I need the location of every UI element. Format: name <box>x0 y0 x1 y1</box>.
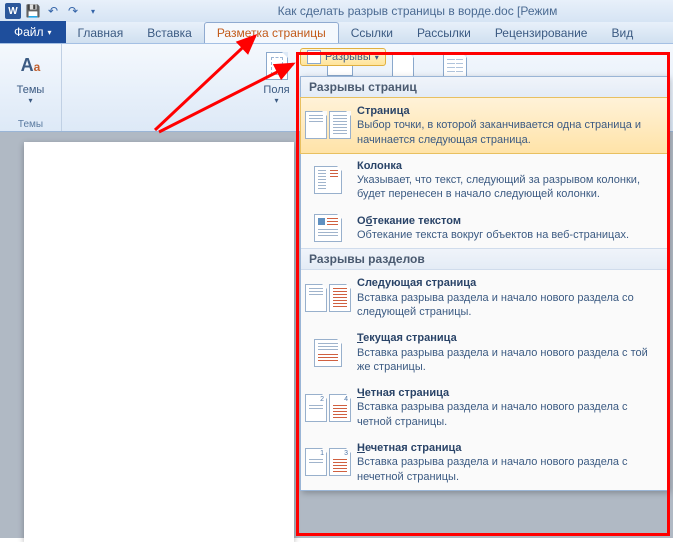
menu-item-column[interactable]: Колонка Указывает, что текст, следующий … <box>301 153 667 208</box>
menu-item-desc: Указывает, что текст, следующий за разры… <box>357 173 659 202</box>
breaks-button[interactable]: Разрывы ▾ <box>300 48 386 66</box>
redo-icon[interactable]: ↷ <box>64 2 82 20</box>
themes-icon: Aa <box>15 50 47 82</box>
ribbon-tabs: Файл▾ Главная Вставка Разметка страницы … <box>0 22 673 44</box>
textwrap-break-icon <box>309 214 347 243</box>
quick-access-toolbar: W 💾 ↶ ↷ ▾ <box>0 2 102 20</box>
save-icon[interactable]: 💾 <box>24 2 42 20</box>
menu-item-title: Обтекание текстом <box>357 214 659 228</box>
tab-insert[interactable]: Вставка <box>135 23 204 43</box>
group-themes: Aa Темы ▾ Темы <box>0 44 62 131</box>
chevron-down-icon: ▾ <box>28 97 32 106</box>
menu-section-section-breaks: Разрывы разделов <box>301 248 667 270</box>
menu-item-title: Страница <box>357 104 659 118</box>
menu-item-title: Текущая страница <box>357 331 659 345</box>
page-thumbnail <box>24 142 294 542</box>
oddpage-break-icon: 1 3 <box>309 441 347 484</box>
column-break-icon <box>309 159 347 202</box>
menu-item-desc: Вставка разрыва раздела и начало нового … <box>357 400 659 429</box>
tab-mailings[interactable]: Рассылки <box>405 23 483 43</box>
menu-item-oddpage[interactable]: 1 3 Нечетная страница Вставка разрыва ра… <box>301 435 667 490</box>
undo-icon[interactable]: ↶ <box>44 2 62 20</box>
menu-section-page-breaks: Разрывы страниц <box>301 77 667 98</box>
menu-item-desc: Вставка разрыва раздела и начало нового … <box>357 291 659 320</box>
breaks-icon <box>307 50 321 64</box>
menu-item-desc: Вставка разрыва раздела и начало нового … <box>357 346 659 375</box>
word-app-icon: W <box>4 2 22 20</box>
tab-file[interactable]: Файл▾ <box>0 21 66 43</box>
tab-page-layout[interactable]: Разметка страницы <box>204 22 339 43</box>
titlebar: W 💾 ↶ ↷ ▾ Как сделать разрыв страницы в … <box>0 0 673 22</box>
menu-item-evenpage[interactable]: 2 4 Четная страница Вставка разрыва разд… <box>301 380 667 435</box>
tab-references[interactable]: Ссылки <box>339 23 405 43</box>
continuous-break-icon <box>309 331 347 374</box>
menu-item-desc: Выбор точки, в которой заканчивается одн… <box>357 118 659 147</box>
window-title: Как сделать разрыв страницы в ворде.doc … <box>102 4 673 18</box>
chevron-down-icon: ▾ <box>375 53 379 62</box>
margins-button[interactable]: Поля ▾ <box>256 50 298 106</box>
page-break-icon: ▸ <box>309 104 347 147</box>
qat-dropdown-icon[interactable]: ▾ <box>84 2 102 20</box>
tab-home[interactable]: Главная <box>66 23 136 43</box>
menu-item-desc: Обтекание текста вокруг объектов на веб-… <box>357 228 659 242</box>
menu-item-title: Четная страница <box>357 386 659 400</box>
menu-item-continuous[interactable]: Текущая страница Вставка разрыва раздела… <box>301 325 667 380</box>
menu-item-title: Нечетная страница <box>357 441 659 455</box>
tab-view[interactable]: Вид <box>599 23 645 43</box>
margins-icon <box>261 50 293 82</box>
menu-item-title: Следующая страница <box>357 276 659 290</box>
menu-item-page[interactable]: ▸ Страница Выбор точки, в которой заканч… <box>300 97 668 154</box>
menu-item-desc: Вставка разрыва раздела и начало нового … <box>357 455 659 484</box>
menu-item-nextpage[interactable]: ▸ Следующая страница Вставка разрыва раз… <box>301 270 667 325</box>
tab-review[interactable]: Рецензирование <box>483 23 600 43</box>
nextpage-break-icon: ▸ <box>309 276 347 319</box>
menu-item-textwrap[interactable]: Обтекание текстом Обтекание текста вокру… <box>301 208 667 249</box>
breaks-menu: Разрывы страниц ▸ Страница Выбор точки, … <box>300 76 668 491</box>
chevron-down-icon: ▾ <box>274 97 278 106</box>
menu-item-title: Колонка <box>357 159 659 173</box>
group-label-themes: Темы <box>0 119 61 130</box>
themes-button[interactable]: Aa Темы ▾ <box>6 50 56 106</box>
evenpage-break-icon: 2 4 <box>309 386 347 429</box>
